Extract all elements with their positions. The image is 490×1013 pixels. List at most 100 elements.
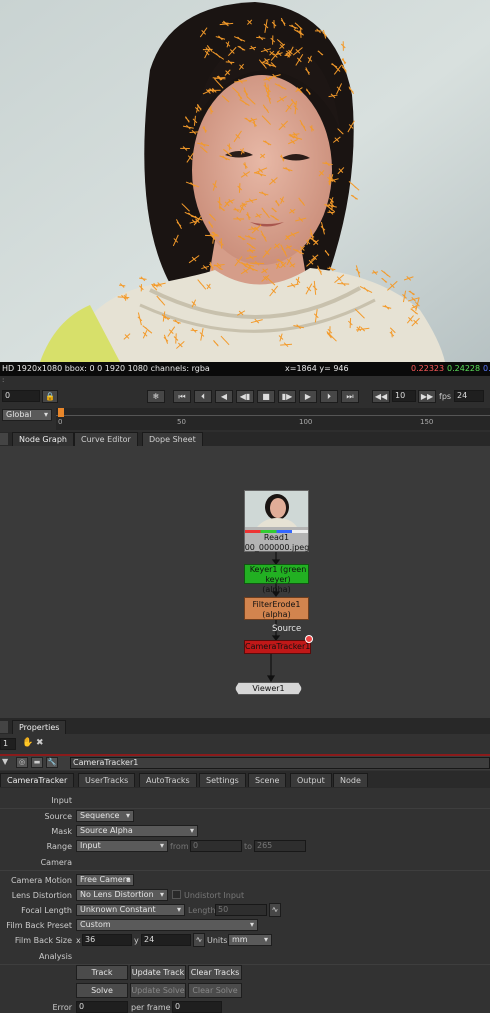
tab-curve-editor[interactable]: Curve Editor	[74, 432, 138, 446]
node-name-input[interactable]: CameraTracker1	[70, 757, 490, 769]
pane-menu-handle[interactable]	[0, 721, 8, 733]
collapse-icon[interactable]: ▼	[2, 757, 8, 766]
center-node-icon[interactable]: ◎	[16, 757, 28, 768]
stop-icon: ■	[262, 392, 270, 401]
focal-length-dropdown[interactable]: Unknown Constant	[76, 904, 185, 916]
tab-node[interactable]: Node	[333, 773, 368, 787]
curve-button[interactable]: ∿	[269, 903, 281, 917]
update-track-button[interactable]: Update Track	[130, 965, 186, 980]
keyer-node[interactable]: Keyer1 (green keyer) (alpha)	[244, 564, 309, 594]
play-icon: ▶	[304, 392, 312, 401]
tab-autotracks[interactable]: AutoTracks	[139, 773, 197, 787]
clear-solve-button[interactable]: Clear Solve	[188, 983, 242, 998]
tab-settings[interactable]: Settings	[199, 773, 246, 787]
curve-icon: ∿	[195, 935, 203, 944]
track-button[interactable]: Track	[76, 965, 128, 980]
tick-label: 150	[420, 418, 434, 426]
fps-label: fps	[439, 392, 452, 401]
play-forward-button[interactable]: ▶	[299, 390, 317, 403]
pin-icon[interactable]: ✋	[22, 738, 33, 748]
range-dropdown[interactable]: Input	[76, 840, 168, 852]
viewer-node-label: Viewer1	[252, 684, 285, 693]
tab-dope-sheet[interactable]: Dope Sheet	[142, 432, 203, 446]
b-value: 0.	[483, 364, 490, 373]
film-back-y-input[interactable]: 24	[141, 934, 191, 946]
node-color-icon[interactable]: ▬	[31, 757, 43, 768]
skip-end-icon: ⏭	[346, 392, 354, 401]
mask-dropdown[interactable]: Source Alpha	[76, 825, 198, 837]
prev-keyframe-button[interactable]: ⏴	[194, 390, 212, 403]
node-graph-canvas[interactable]: Read1 00_000000.jpeg Keyer1 (green keyer…	[0, 446, 490, 718]
wrench-icon[interactable]: 🔧	[46, 757, 58, 768]
curve-button-filmback[interactable]: ∿	[193, 933, 205, 947]
solve-button[interactable]: Solve	[76, 983, 128, 998]
error-label: Error	[52, 1003, 73, 1012]
step-back-button[interactable]: ◀▮	[236, 390, 254, 403]
length-input[interactable]: 50	[215, 904, 267, 916]
lens-distortion-label: Lens Distortion	[11, 891, 72, 900]
pane-menu-handle[interactable]	[0, 433, 8, 445]
update-solve-button[interactable]: Update Solve	[130, 983, 186, 998]
viewer-info-bar: HD 1920x1080 bbox: 0 0 1920 1080 channel…	[0, 362, 490, 376]
read-node[interactable]: Read1 00_000000.jpeg	[244, 490, 309, 552]
next-keyframe-button[interactable]: ⏵	[320, 390, 338, 403]
section-input: Input	[51, 796, 72, 805]
next-key-icon: ⏵	[327, 392, 331, 401]
y-label: y	[134, 936, 139, 945]
lock-icon: 🔒	[45, 392, 55, 401]
camera-motion-dropdown[interactable]: Free Camera	[76, 874, 134, 886]
first-frame-button[interactable]: ⏮	[173, 390, 191, 403]
from-label: from	[170, 842, 189, 851]
tab-properties[interactable]: Properties	[12, 720, 67, 734]
film-back-preset-dropdown[interactable]: Custom	[76, 919, 258, 931]
fps-input[interactable]: 24	[454, 390, 484, 402]
from-input[interactable]: 0	[190, 840, 242, 852]
timeline-ruler[interactable]: 0 50 100 150	[56, 408, 490, 430]
playhead-marker[interactable]	[58, 408, 64, 417]
node-header: ▼ ◎ ▬ 🔧 CameraTracker1	[0, 756, 490, 770]
film-back-size-label: Film Back Size	[14, 936, 72, 945]
undistort-checkbox[interactable]	[172, 890, 181, 899]
read-node-file: 00_000000.jpeg	[244, 543, 310, 552]
read-node-label: Read1	[263, 533, 290, 542]
source-dropdown[interactable]: Sequence	[76, 810, 134, 822]
max-panels-input[interactable]: 1	[0, 738, 16, 750]
clear-tracks-button[interactable]: Clear Tracks	[188, 965, 242, 980]
tab-output[interactable]: Output	[290, 773, 332, 787]
step-increment-input[interactable]: 10	[392, 390, 416, 402]
step-back-icon: ◀▮	[239, 392, 251, 401]
units-dropdown[interactable]: mm	[228, 934, 272, 946]
source-input-label: Source	[272, 624, 302, 634]
play-backward-button[interactable]: ◀	[215, 390, 233, 403]
tab-cameratracker[interactable]: CameraTracker	[0, 773, 75, 787]
frame-input[interactable]: 0	[2, 390, 40, 402]
tab-node-graph[interactable]: Node Graph	[12, 432, 74, 446]
cursor-coords: x=1864 y= 946	[285, 364, 349, 373]
step-forward-button[interactable]: ▮▶	[278, 390, 296, 403]
skip-forward-button[interactable]: ▶▶	[418, 390, 436, 403]
filter-erode-node[interactable]: FilterErode1 (alpha)	[244, 597, 309, 620]
format-info: HD 1920x1080 bbox: 0 0 1920 1080 channel…	[2, 364, 210, 373]
film-back-x-input[interactable]: 36	[82, 934, 132, 946]
lens-distortion-dropdown[interactable]: No Lens Distortion	[76, 889, 168, 901]
tracker-node-label: CameraTracker1	[245, 642, 311, 651]
last-frame-button[interactable]: ⏭	[341, 390, 359, 403]
curve-icon: ∿	[271, 905, 279, 914]
viewer-canvas[interactable]	[0, 0, 490, 362]
stop-button[interactable]: ■	[257, 390, 275, 403]
timeline-scope-dropdown[interactable]: Global	[2, 409, 52, 421]
error-input[interactable]: 0	[76, 1001, 128, 1013]
skip-back-button[interactable]: ◀◀	[372, 390, 390, 403]
snowflake-button[interactable]: ❄	[147, 390, 165, 403]
clear-panels-icon[interactable]: ✖	[36, 738, 44, 748]
viewer-node[interactable]: Viewer1	[235, 682, 302, 695]
source-label: Source	[44, 812, 72, 821]
per-frame-input[interactable]: 0	[172, 1001, 222, 1013]
to-input[interactable]: 265	[254, 840, 306, 852]
camera-tracker-node[interactable]: CameraTracker1	[244, 640, 311, 654]
tab-usertracks[interactable]: UserTracks	[78, 773, 136, 787]
undistort-label: Undistort Input	[184, 891, 245, 900]
node-graph-tabbar: Node Graph Curve Editor Dope Sheet	[0, 432, 490, 446]
tab-scene[interactable]: Scene	[248, 773, 287, 787]
lock-button[interactable]: 🔒	[42, 390, 58, 403]
